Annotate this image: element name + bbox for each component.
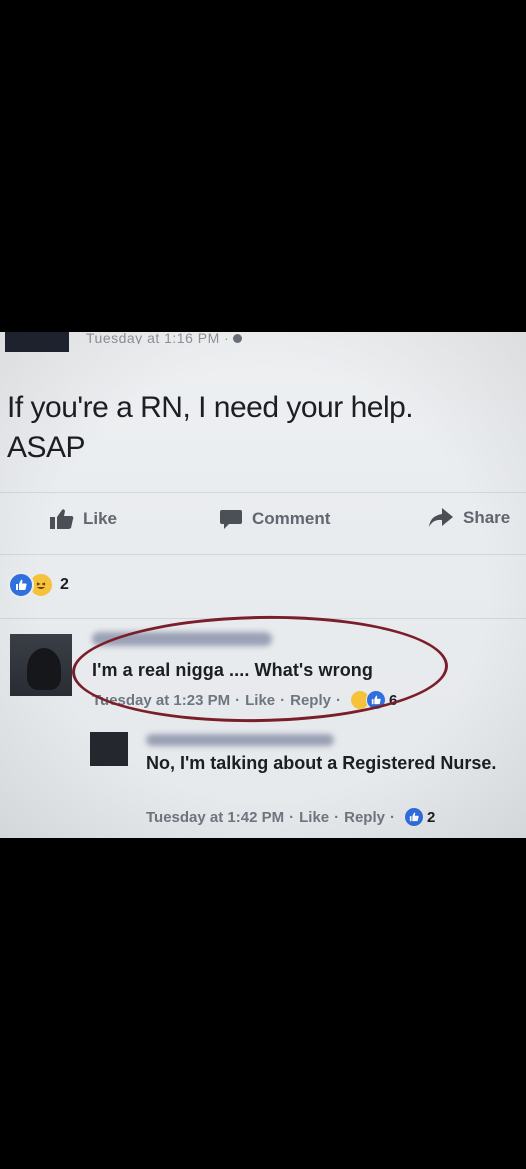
divider — [0, 492, 526, 493]
globe-icon — [233, 333, 243, 343]
reply-meta: Tuesday at 1:42 PM · Like · Reply · 2 — [146, 807, 435, 827]
blurred-replier-name[interactable] — [146, 734, 334, 746]
like-reaction-icon — [365, 690, 386, 710]
comment-reply-link[interactable]: Reply — [290, 692, 331, 709]
post-timestamp[interactable]: Tuesday at 1:16 PM · — [86, 332, 243, 344]
commenter-avatar[interactable] — [10, 634, 72, 696]
share-label: Share — [463, 508, 511, 527]
post-reaction-summary[interactable]: 2 — [8, 572, 69, 598]
comment-reaction-count: 6 — [388, 691, 398, 709]
reply-text: No, I'm talking about a Registered Nurse… — [146, 753, 497, 773]
post-text-line-1: If you're a RN, I need your help. — [7, 391, 414, 424]
comment-button[interactable]: Comment — [219, 508, 330, 530]
reply-like-link[interactable]: Like — [299, 809, 329, 826]
screenshot-canvas: Tuesday at 1:16 PM · If you're a RN, I n… — [0, 0, 526, 1169]
reaction-count: 2 — [60, 576, 69, 593]
share-arrow-icon — [429, 508, 453, 527]
blurred-commenter-name[interactable] — [92, 632, 272, 646]
like-reaction-icon — [8, 572, 34, 598]
reply-reply-link[interactable]: Reply — [344, 809, 385, 826]
divider — [0, 618, 526, 619]
separator-dot: · — [389, 808, 395, 826]
separator-dot: · — [235, 691, 241, 709]
comment-time[interactable]: Tuesday at 1:23 PM — [92, 692, 230, 709]
separator-dot: · — [334, 808, 340, 826]
comment-like-link[interactable]: Like — [245, 692, 275, 709]
comment-meta: Tuesday at 1:23 PM · Like · Reply · 6 — [92, 690, 397, 710]
like-reaction-icon — [403, 807, 424, 827]
post-action-bar: Like Comment Share — [0, 508, 526, 538]
like-button[interactable]: Like — [50, 508, 117, 530]
separator-dot: · — [335, 691, 341, 709]
post-body: If you're a RN, I need your help. ASAP — [7, 388, 517, 468]
separator-dot: · — [280, 691, 286, 709]
divider — [0, 554, 526, 555]
redacted-poster-name — [5, 332, 69, 352]
comment-label: Comment — [252, 509, 331, 528]
replier-avatar[interactable] — [90, 732, 128, 766]
reply-time[interactable]: Tuesday at 1:42 PM — [146, 809, 284, 826]
facebook-post-photo: Tuesday at 1:16 PM · If you're a RN, I n… — [0, 332, 526, 838]
like-label: Like — [83, 509, 118, 528]
separator-dot: · — [289, 808, 295, 826]
post-text-line-2: ASAP — [7, 431, 86, 464]
reply-reaction-count: 2 — [426, 808, 436, 826]
share-button[interactable]: Share — [428, 508, 510, 528]
reply-reactions[interactable]: 2 — [403, 807, 436, 827]
comment-bubble-icon — [220, 510, 242, 529]
comment-text: I'm a real nigga .... What's wrong — [92, 660, 374, 680]
post-timestamp-text: Tuesday at 1:16 PM · — [86, 332, 230, 344]
thumbs-up-icon — [50, 509, 74, 529]
comment-reactions[interactable]: 6 — [349, 690, 398, 710]
avatar-silhouette — [27, 648, 61, 690]
